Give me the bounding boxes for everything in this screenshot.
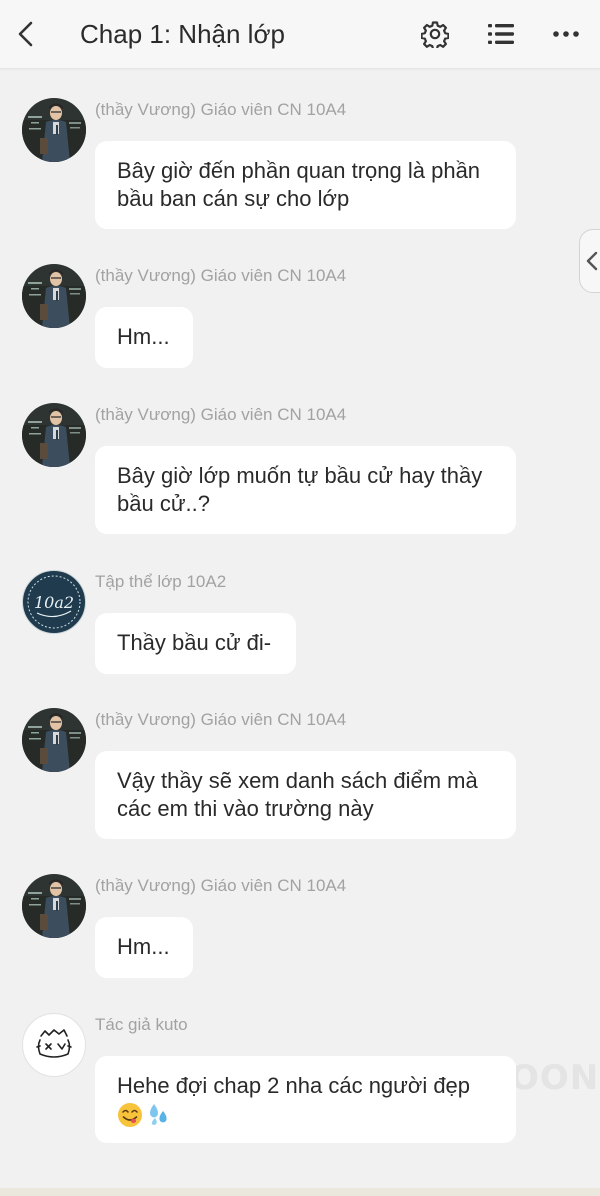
sender-name: Tác giả kuto: [95, 1015, 188, 1034]
avatar-label: 10a2: [34, 593, 74, 612]
chapter-list-button[interactable]: [481, 14, 521, 54]
gear-icon: [421, 21, 449, 48]
sender-name: Tập thể lớp 10A2: [95, 572, 227, 591]
top-bar: Chap 1: Nhận lớp: [0, 0, 600, 69]
sweat-droplets-emoji: [150, 1104, 167, 1126]
back-button[interactable]: [6, 14, 46, 54]
sender-name: (thầy Vương) Giáo viên CN 10A4: [95, 710, 347, 729]
message-text-line: Hm...: [117, 324, 170, 349]
avatar[interactable]: [22, 98, 86, 162]
sender-name: (thầy Vương) Giáo viên CN 10A4: [95, 100, 347, 119]
message-text-line: Bây giờ đến phần quan trọng là phần: [117, 158, 481, 183]
message-bubble: Hm...: [95, 307, 193, 368]
chevron-left-icon: [18, 21, 33, 47]
sender-name: (thầy Vương) Giáo viên CN 10A4: [95, 876, 347, 895]
more-options-button[interactable]: [546, 14, 586, 54]
emoji-row: [117, 1102, 171, 1128]
avatar[interactable]: [22, 403, 86, 467]
avatar[interactable]: 10a2: [22, 570, 86, 634]
message-bubble: Bây giờ đến phần quan trọng là phần bầu …: [95, 141, 516, 229]
avatar[interactable]: [22, 264, 86, 328]
message-bubble: Thầy bầu cử đi-: [95, 613, 296, 674]
list-icon: [488, 24, 514, 44]
avatar[interactable]: [22, 874, 86, 938]
message-text-line: bầu ban cán sự cho lớp: [117, 186, 350, 211]
bottom-edge: [0, 1188, 600, 1196]
message-text-line: Hm...: [117, 934, 170, 959]
message-bubble: Bây giờ lớp muốn tự bầu cử hay thầy bầu …: [95, 446, 516, 534]
message-bubble: Hehe đợi chap 2 nha các người đẹp: [95, 1056, 516, 1143]
avatar[interactable]: [22, 708, 86, 772]
message-text-line: bầu cử..?: [117, 491, 211, 516]
avatar[interactable]: [22, 1013, 86, 1077]
watermark: OON: [510, 1058, 600, 1098]
message-text-line: Vậy thầy sẽ xem danh sách điểm mà: [117, 768, 478, 793]
side-panel-toggle[interactable]: [579, 229, 600, 293]
sender-name: (thầy Vương) Giáo viên CN 10A4: [95, 266, 347, 285]
more-horizontal-icon: [553, 31, 579, 37]
sender-name: (thầy Vương) Giáo viên CN 10A4: [95, 405, 347, 424]
chevron-left-icon: [586, 251, 598, 271]
message-text-line: Hehe đợi chap 2 nha các người đẹp: [117, 1073, 471, 1098]
yum-face-emoji: [118, 1103, 142, 1128]
message-text-line: các em thi vào trường này: [117, 796, 374, 821]
message-bubble: Vậy thầy sẽ xem danh sách điểm mà các em…: [95, 751, 516, 839]
message-text-line: Bây giờ lớp muốn tự bầu cử hay thầy: [117, 463, 483, 488]
page-title: Chap 1: Nhận lớp: [80, 19, 285, 49]
message-bubble: Hm...: [95, 917, 193, 978]
message-text-line: Thầy bầu cử đi-: [117, 630, 272, 655]
settings-button[interactable]: [415, 14, 455, 54]
